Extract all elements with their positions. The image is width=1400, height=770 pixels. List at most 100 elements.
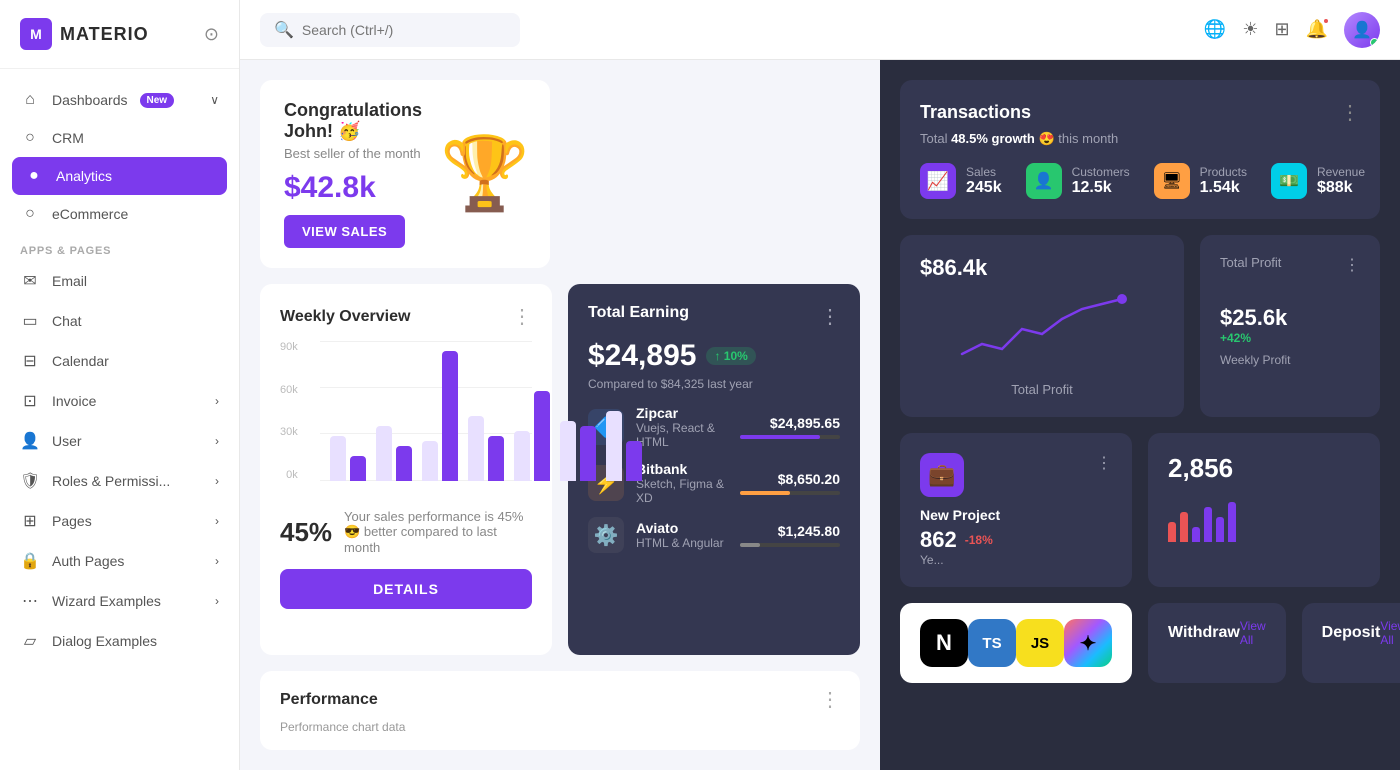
mini-bar-chart — [1168, 492, 1360, 542]
chevron-right6-icon: › — [215, 594, 219, 608]
chevron-right-icon: › — [215, 394, 219, 408]
bottom-left-row: Performance ⋮ Performance chart data — [260, 671, 860, 750]
weekly-profit-card: Total Profit ⋮ $25.6k +42% Weekly Profit — [1200, 235, 1380, 417]
perf-dots-icon[interactable]: ⋮ — [820, 687, 840, 712]
dialog-icon: ▱ — [20, 631, 40, 651]
sidebar-nav: ⌂ Dashboards New ∨ ○ CRM ● Analytics ○ e… — [0, 69, 239, 770]
sidebar-item-user[interactable]: 👤 User › — [0, 421, 239, 461]
sidebar-item-auth[interactable]: 🔒 Auth Pages › — [0, 541, 239, 581]
search-input[interactable] — [302, 22, 506, 38]
revenue-value: $88k — [1317, 179, 1365, 197]
deposit-card: Deposit View All — [1302, 603, 1400, 683]
bitbank-bar-wrap — [740, 491, 840, 495]
sidebar-item-ecommerce[interactable]: ○ eCommerce — [0, 195, 239, 233]
view-sales-button[interactable]: VIEW SALES — [284, 215, 405, 248]
bitbank-info: Bitbank Sketch, Figma & XD — [636, 461, 728, 505]
total-profit-label: Total Profit — [920, 382, 1164, 397]
weekly-profit-sub: Weekly Profit — [1220, 353, 1360, 367]
revenue-icon: 💵 — [1271, 163, 1307, 199]
sidebar-item-chat[interactable]: ▭ Chat — [0, 301, 239, 341]
np-dots-icon[interactable]: ⋮ — [1096, 453, 1112, 473]
search-icon: 🔍 — [274, 20, 294, 40]
grid-icon[interactable]: ⊞ — [1274, 19, 1289, 40]
sidebar-item-calendar[interactable]: ⊟ Calendar — [0, 341, 239, 381]
sidebar-item-crm[interactable]: ○ CRM — [0, 119, 239, 157]
bar-dark-7 — [626, 441, 642, 481]
trans-dots-icon[interactable]: ⋮ — [1340, 100, 1360, 125]
np-count: 862 — [920, 527, 957, 553]
home-icon: ⌂ — [20, 91, 40, 109]
chevron-right4-icon: › — [215, 514, 219, 528]
bar-light-3 — [422, 441, 438, 481]
pages-icon: ⊞ — [20, 511, 40, 531]
chart-bars — [320, 341, 532, 481]
avatar[interactable]: 👤 — [1344, 12, 1380, 48]
weekly-title: Weekly Overview — [280, 308, 410, 326]
bar-group-1 — [330, 436, 366, 481]
apps-section-label: APPS & PAGES — [0, 233, 239, 261]
circle2-icon: ○ — [20, 205, 40, 223]
aviato-bar — [740, 543, 760, 547]
earning-dots-icon[interactable]: ⋮ — [820, 304, 840, 329]
congrats-subtitle: Best seller of the month — [284, 146, 424, 161]
sidebar-item-analytics[interactable]: ● Analytics — [12, 157, 227, 195]
sidebar-item-invoice[interactable]: ⊡ Invoice › — [0, 381, 239, 421]
y-label-0k: 0k — [286, 469, 298, 481]
zipcar-name: Zipcar — [636, 405, 728, 421]
sidebar-toggle-icon[interactable]: ⊙ — [204, 24, 219, 45]
sidebar-item-email[interactable]: ✉ Email — [0, 261, 239, 301]
weekly-footer: 45% Your sales performance is 45% 😎 bett… — [280, 509, 532, 555]
aviato-amount-col: $1,245.80 — [740, 523, 840, 547]
earning-compare: Compared to $84,325 last year — [588, 377, 840, 391]
weekly-profit-dots-icon[interactable]: ⋮ — [1344, 255, 1360, 275]
notification-icon[interactable]: 🔔 — [1306, 19, 1328, 40]
typescript-icon[interactable]: TS — [968, 619, 1016, 667]
weekly-dots-icon[interactable]: ⋮ — [512, 304, 532, 329]
zipcar-amount-col: $24,895.65 — [740, 415, 840, 439]
mini-bar-3 — [1192, 527, 1200, 542]
sidebar-item-dialog[interactable]: ▱ Dialog Examples — [0, 621, 239, 661]
figma-icon[interactable]: ✦ — [1064, 619, 1112, 667]
trans-title: Transactions — [920, 102, 1031, 123]
sidebar-item-dashboards[interactable]: ⌂ Dashboards New ∨ — [0, 81, 239, 119]
np-badge: -18% — [965, 533, 993, 547]
javascript-icon[interactable]: JS — [1016, 619, 1064, 667]
bar-light-2 — [376, 426, 392, 481]
bar-dark-1 — [350, 456, 366, 481]
search-bar[interactable]: 🔍 — [260, 13, 520, 47]
middle-row: Weekly Overview ⋮ 90k 60k 30k 0k — [260, 284, 860, 655]
np-title: New Project — [920, 507, 1112, 523]
sales-info: Sales 245k — [966, 165, 1002, 197]
main-area: 🔍 🌐 ☀ ⊞ 🔔 👤 C — [240, 0, 1400, 770]
trophy-emoji: 🏆 — [440, 138, 530, 210]
sales-icon: 📈 — [920, 163, 956, 199]
bar-light-6 — [560, 421, 576, 481]
trans-header: Transactions ⋮ — [920, 100, 1360, 125]
profit-row: $86.4k Total Profit Total Profit ⋮ $25.6… — [900, 235, 1380, 417]
translate-icon[interactable]: 🌐 — [1204, 19, 1226, 40]
details-button[interactable]: DETAILS — [280, 569, 532, 609]
sidebar-item-roles[interactable]: 🛡 Roles & Permissi... › — [0, 461, 239, 501]
trans-metrics: 📈 Sales 245k 👤 Customers 12.5k — [920, 163, 1360, 199]
performance-card: Performance ⋮ Performance chart data — [260, 671, 860, 750]
total-profit-card: $86.4k Total Profit — [900, 235, 1184, 417]
deposit-view-all[interactable]: View All — [1380, 619, 1400, 647]
products-icon: 🖥 — [1154, 163, 1190, 199]
mini-bar-1 — [1168, 522, 1176, 542]
bar-light-7 — [606, 411, 622, 481]
bar-group-3 — [422, 351, 458, 481]
bar-dark-5 — [534, 391, 550, 481]
withdraw-view-all[interactable]: View All — [1240, 619, 1266, 647]
nextjs-icon[interactable]: N — [920, 619, 968, 667]
deposit-title: Deposit — [1322, 624, 1381, 642]
sidebar-item-wizard[interactable]: ⋯ Wizard Examples › — [0, 581, 239, 621]
bitbank-name: Bitbank — [636, 461, 728, 477]
bar-light-1 — [330, 436, 346, 481]
np-icon: 💼 — [920, 453, 964, 497]
sidebar: M MATERIO ⊙ ⌂ Dashboards New ∨ ○ CRM ● A… — [0, 0, 240, 770]
sidebar-item-pages[interactable]: ⊞ Pages › — [0, 501, 239, 541]
sales-value: 245k — [966, 179, 1002, 197]
theme-icon[interactable]: ☀ — [1242, 19, 1258, 40]
panel-left: Congratulations John! 🥳 Best seller of t… — [240, 60, 880, 770]
products-info: Products 1.54k — [1200, 165, 1247, 197]
